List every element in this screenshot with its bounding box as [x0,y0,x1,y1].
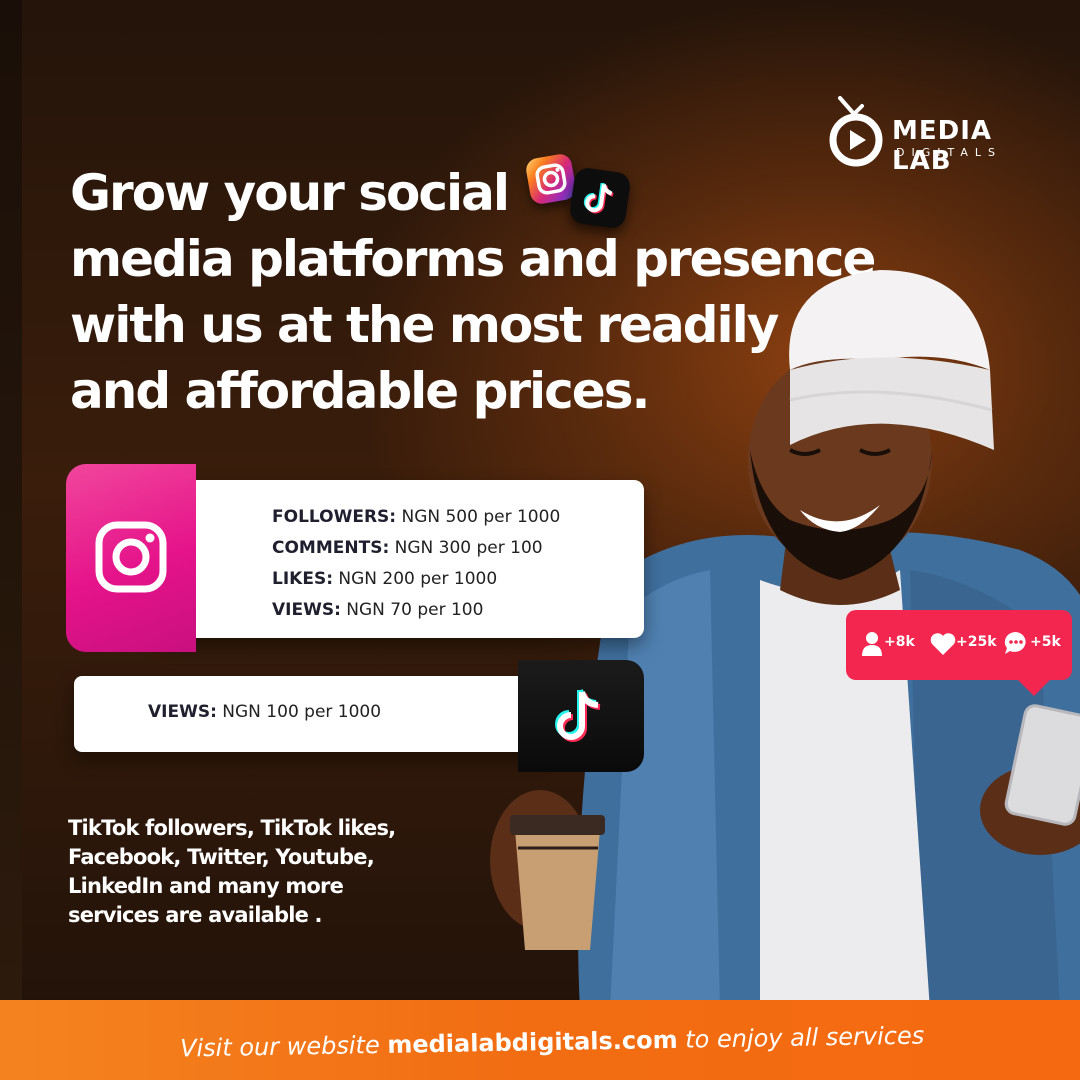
price-value: NGN 100 per 1000 [222,702,382,722]
price-label: FOLLOWERS: [272,507,397,527]
price-label: VIEWS: [148,702,217,722]
price-label: LIKES: [272,569,333,589]
headline-line: Grow your social [70,164,510,222]
website-link[interactable]: medialabdigitals.com [387,1026,678,1059]
price-label: COMMENTS: [272,538,390,558]
price-value: NGN 500 per 1000 [401,507,561,527]
footer-text-before: Visit our website [179,1030,388,1063]
tv-play-logo-icon [829,96,883,167]
price-row-likes: LIKES: NGN 200 per 1000 [272,564,560,595]
price-label: VIEWS: [272,600,341,620]
price-row-views: VIEWS: NGN 70 per 100 [272,595,560,626]
price-row-tiktok-views: VIEWS: NGN 100 per 1000 [148,702,381,722]
price-value: NGN 70 per 100 [346,600,484,620]
instagram-price-list: FOLLOWERS: NGN 500 per 1000 COMMENTS: NG… [272,502,560,626]
comments-count: +5k [1030,634,1061,650]
services-line: services are available . [68,903,323,927]
heart-icon [930,633,956,655]
instagram-icon [95,521,167,593]
price-row-followers: FOLLOWERS: NGN 500 per 1000 [272,502,560,533]
price-value: NGN 300 per 100 [394,538,543,558]
comment-icon [1004,631,1026,654]
user-icon [862,632,882,656]
services-line: TikTok followers, TikTok likes, [68,816,396,840]
price-value: NGN 200 per 1000 [338,569,498,589]
footer-text-after: to enjoy all services [677,1021,925,1054]
price-row-comments: COMMENTS: NGN 300 per 100 [272,533,560,564]
likes-count: +25k [956,634,997,650]
services-line: Facebook, Twitter, Youtube, [68,845,375,869]
followers-count: +8k [884,634,915,650]
promo-poster: MEDIA LAB DIGITALS Grow your social medi… [0,0,1080,1080]
notification-tail [1016,678,1052,696]
services-line: LinkedIn and many more [68,874,344,898]
instagram-tile [66,464,196,652]
brand-subtitle: DIGITALS [896,146,1002,159]
services-text: TikTok followers, TikTok likes, Facebook… [68,814,396,930]
tiktok-tile [518,660,644,772]
tiktok-icon [555,689,601,742]
left-edge-strip [0,0,22,1000]
